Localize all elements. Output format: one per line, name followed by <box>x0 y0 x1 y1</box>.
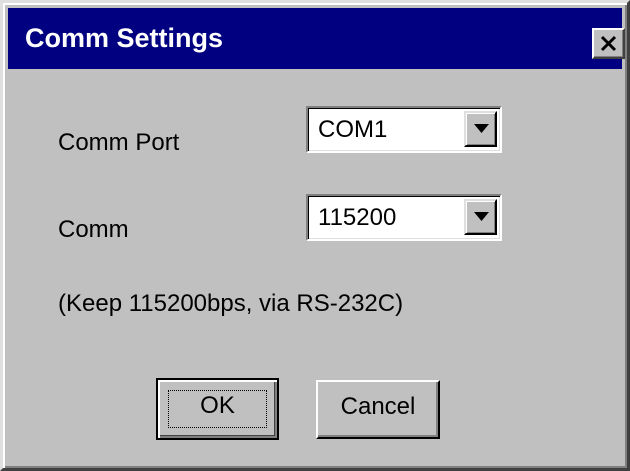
cancel-button-label: Cancel <box>340 393 416 420</box>
comm-select[interactable]: 115200 <box>306 194 502 241</box>
close-icon <box>600 35 617 52</box>
chevron-down-icon <box>474 124 489 133</box>
comm-port-label: Comm Port <box>58 129 180 156</box>
title-bar[interactable]: Comm Settings <box>8 8 625 69</box>
comm-port-select[interactable]: COM1 <box>306 106 502 153</box>
chevron-down-icon <box>474 212 489 221</box>
comm-label: Comm <box>58 216 129 243</box>
comm-dropdown-button[interactable] <box>464 199 497 235</box>
comm-settings-dialog: Comm Settings Comm Port COM1 Comm 115200… <box>0 0 630 471</box>
ok-button[interactable]: OK <box>156 378 279 440</box>
note-text: (Keep 115200bps, via RS-232C) <box>58 290 404 317</box>
comm-value: 115200 <box>318 204 397 231</box>
cancel-button[interactable]: Cancel <box>316 380 440 439</box>
comm-port-value: COM1 <box>318 116 388 143</box>
comm-port-dropdown-button[interactable] <box>464 111 497 147</box>
ok-button-label: OK <box>200 392 235 419</box>
close-button[interactable] <box>592 28 625 59</box>
window-title: Comm Settings <box>25 23 224 53</box>
